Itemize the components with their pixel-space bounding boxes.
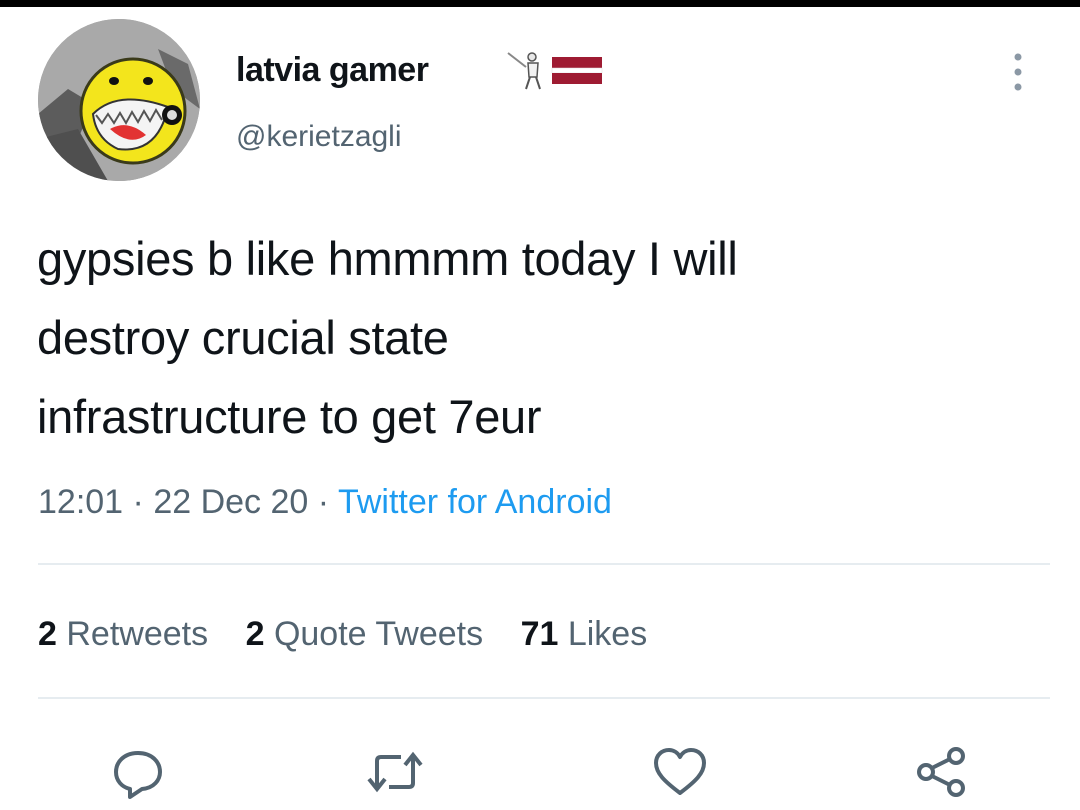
retweet-icon bbox=[367, 751, 423, 793]
tweet-text: gypsies b like hmmmm today I will destro… bbox=[37, 219, 1047, 456]
retweets-stat[interactable]: 2 Retweets bbox=[38, 615, 208, 653]
quote-tweets-count: 2 bbox=[245, 615, 265, 653]
meta-separator: · bbox=[132, 483, 154, 521]
quote-tweets-stat[interactable]: 2 Quote Tweets bbox=[246, 615, 484, 653]
tweet-text-line: gypsies b like hmmmm today I will bbox=[37, 232, 738, 285]
tweet-source[interactable]: Twitter for Android bbox=[338, 483, 612, 521]
reply-button[interactable] bbox=[108, 745, 168, 799]
tweet-date[interactable]: 22 Dec 20 bbox=[153, 483, 308, 521]
avatar[interactable] bbox=[38, 19, 200, 181]
name-emojis bbox=[507, 52, 603, 90]
tweet-time[interactable]: 12:01 bbox=[38, 483, 123, 521]
meta-separator: · bbox=[317, 483, 338, 521]
yellow-monster-avatar-icon bbox=[38, 19, 200, 181]
share-button[interactable] bbox=[912, 745, 972, 799]
reply-icon bbox=[114, 751, 162, 799]
fencer-icon bbox=[507, 52, 541, 90]
username-handle[interactable]: @kerietzagli bbox=[236, 120, 402, 154]
divider bbox=[38, 697, 1050, 699]
tweet-card: latvia gamer @kerietzagli gypsies b like… bbox=[0, 7, 1080, 810]
more-options-icon[interactable] bbox=[1010, 47, 1026, 97]
share-icon bbox=[917, 747, 965, 797]
latvia-flag-icon bbox=[551, 57, 603, 84]
likes-stat[interactable]: 71 Likes bbox=[521, 615, 648, 653]
tweet-text-line: infrastructure to get 7eur bbox=[37, 390, 542, 443]
like-button[interactable] bbox=[650, 745, 710, 799]
heart-icon bbox=[654, 748, 706, 795]
likes-label: Likes bbox=[567, 615, 648, 653]
display-name[interactable]: latvia gamer bbox=[236, 51, 429, 90]
tweet-meta: 12:01 · 22 Dec 20 · Twitter for Android bbox=[38, 483, 612, 522]
likes-count: 71 bbox=[520, 615, 559, 653]
divider bbox=[38, 563, 1050, 565]
retweets-label: Retweets bbox=[66, 615, 209, 653]
tweet-stats: 2 Retweets 2 Quote Tweets 71 Likes bbox=[38, 615, 675, 654]
retweet-button[interactable] bbox=[365, 745, 425, 799]
quote-tweets-label: Quote Tweets bbox=[273, 615, 484, 653]
retweets-count: 2 bbox=[38, 615, 57, 653]
tweet-text-line: destroy crucial state bbox=[37, 311, 449, 364]
